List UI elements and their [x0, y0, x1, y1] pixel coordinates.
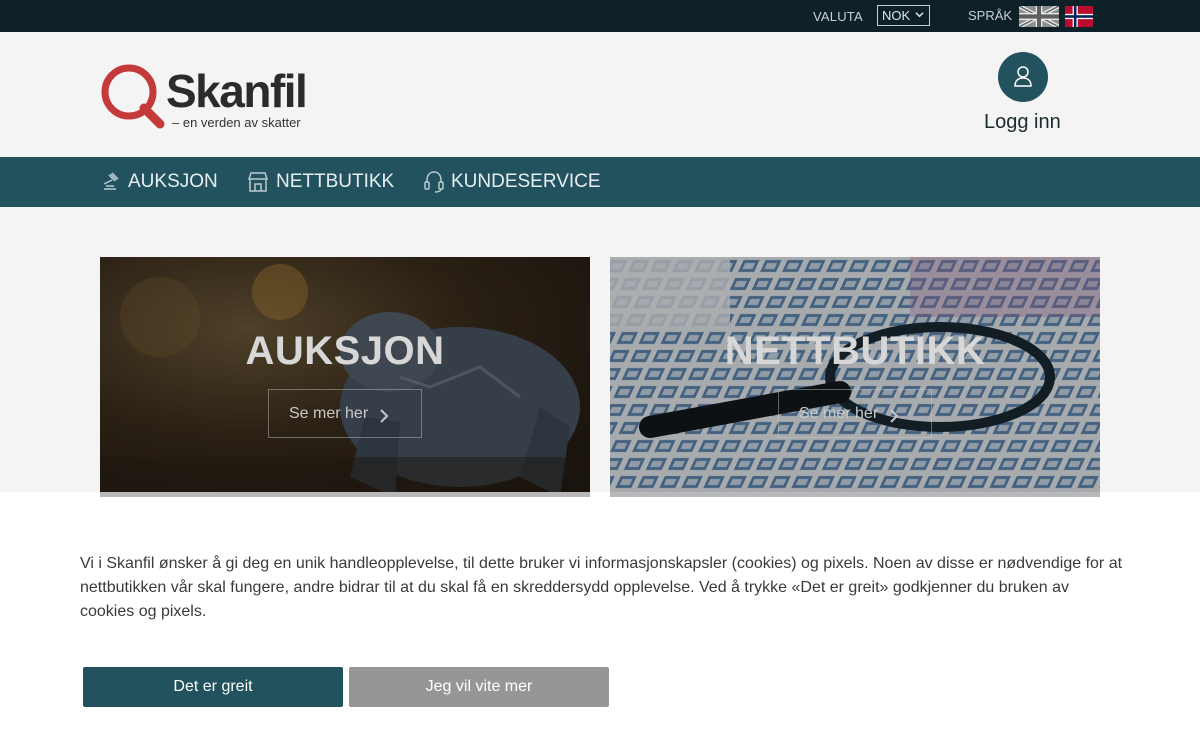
top-bar: VALUTA NOK SPRÅK — [0, 0, 1200, 32]
card-button-label: Se mer her — [799, 405, 879, 422]
nav-label-kundeservice: KUNDESERVICE — [451, 171, 601, 192]
logo-brand-text: Skanfil — [166, 65, 308, 117]
currency-value: NOK — [882, 8, 911, 23]
card-title-nettbutikk: NETTBUTIKK — [724, 329, 986, 373]
magnifier-logo-icon — [101, 64, 165, 129]
nav-label-nettbutikk: NETTBUTIKK — [276, 171, 395, 192]
nav-item-kundeservice[interactable]: KUNDESERVICE — [423, 157, 601, 207]
cookie-text: Vi i Skanfil ønsker å gi deg en unik han… — [80, 555, 1123, 620]
cookie-accept-button[interactable]: Det er greit — [83, 667, 343, 707]
cookie-more-info-button[interactable]: Jeg vil vite mer — [349, 667, 609, 707]
card-overlay — [610, 257, 1100, 497]
login-button[interactable] — [998, 52, 1048, 102]
skanfil-logo[interactable]: Skanfil – en verden av skatter — [100, 60, 310, 130]
language-label: SPRÅK — [968, 8, 1013, 23]
uk-flag-icon[interactable] — [1019, 6, 1059, 27]
headset-icon — [424, 171, 444, 193]
logo-tagline: – en verden av skatter — [172, 115, 301, 130]
storefront-icon — [247, 172, 269, 192]
card-button-auksjon[interactable]: Se mer her — [268, 389, 422, 438]
nav-item-auksjon[interactable]: AUKSJON — [100, 157, 218, 207]
card-title-auksjon: AUKSJON — [245, 329, 445, 373]
chevron-right-icon — [890, 409, 899, 423]
nav-item-nettbutikk[interactable]: NETTBUTIKK — [246, 157, 394, 207]
norway-flag-icon[interactable] — [1065, 6, 1093, 27]
card-nettbutikk[interactable]: NETTBUTIKK Se mer her — [610, 257, 1100, 497]
chevron-down-icon — [915, 12, 924, 18]
card-button-nettbutikk[interactable]: Se mer her — [778, 389, 932, 438]
main-nav: AUKSJON NETTBUTIKK KUNDESERVICE — [0, 157, 1200, 207]
card-auksjon[interactable]: AUKSJON Se mer her — [100, 257, 590, 497]
currency-label: VALUTA — [813, 9, 863, 24]
login-label[interactable]: Logg inn — [984, 111, 1061, 134]
gavel-icon — [103, 172, 119, 190]
site-header: Skanfil – en verden av skatter Logg inn — [0, 32, 1200, 157]
card-overlay — [100, 257, 590, 497]
cookie-consent-panel: Vi i Skanfil ønsker å gi deg en unik han… — [0, 492, 1200, 740]
card-button-label: Se mer her — [289, 405, 369, 422]
chevron-right-icon — [380, 409, 389, 423]
currency-select[interactable]: NOK — [877, 5, 930, 26]
user-icon — [1014, 66, 1032, 87]
nav-label-auksjon: AUKSJON — [128, 171, 218, 192]
